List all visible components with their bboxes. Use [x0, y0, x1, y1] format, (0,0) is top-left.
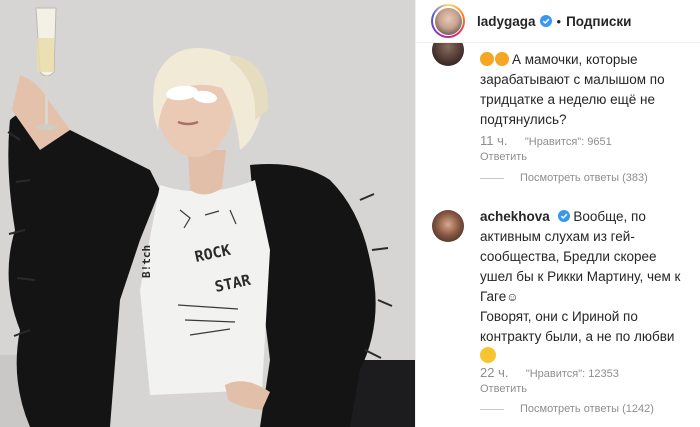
comment-time[interactable]: 22 ч.: [480, 365, 508, 380]
verified-badge-icon: [557, 210, 570, 222]
replies-divider: [480, 408, 504, 410]
replies-divider: [480, 177, 504, 179]
view-replies-label: Посмотреть ответы (383): [520, 172, 648, 184]
comment-body-continued: Говорят, они с Ириной по контракту были,…: [480, 309, 675, 344]
follow-status-button[interactable]: Подписки: [566, 14, 631, 29]
post-photo[interactable]: ROCK STAR B!tch: [0, 0, 415, 427]
view-replies-button[interactable]: Посмотреть ответы (1242): [480, 403, 654, 415]
comment-text: achekhova Вообще, по активным слухам из …: [480, 207, 690, 367]
emoji-icon: [480, 52, 494, 66]
commenter-avatar[interactable]: [432, 210, 464, 242]
comment-likes[interactable]: "Нравится": 9651: [525, 136, 612, 148]
header-username[interactable]: ladygaga: [477, 14, 536, 29]
emoji-icon: [480, 347, 496, 363]
view-replies-label: Посмотреть ответы (1242): [520, 403, 654, 415]
comment-text: А мамочки, которые зарабатывают с малышо…: [480, 50, 690, 130]
header-separator: •: [556, 13, 562, 29]
comment-username[interactable]: achekhova: [480, 209, 550, 224]
shirt-text-b: B!tch: [140, 245, 153, 278]
verified-badge-icon: [539, 15, 552, 27]
profile-avatar[interactable]: [431, 4, 465, 38]
post-header: ladygaga • Подписки: [416, 0, 700, 43]
comment-meta: 22 ч. "Нравится": 12353: [480, 365, 619, 380]
comments-panel: ladygaga • Подписки А мамочки, которые з…: [415, 0, 700, 427]
reply-button[interactable]: Ответить: [480, 383, 527, 395]
comment-body: А мамочки, которые зарабатывают с малышо…: [480, 52, 665, 127]
smile-emoji-icon: ☺: [506, 290, 519, 304]
emoji-icon: [495, 52, 509, 66]
comment-meta: 11 ч. "Нравится": 9651: [480, 133, 612, 148]
reply-button[interactable]: Ответить: [480, 151, 527, 163]
post-image: ROCK STAR B!tch: [0, 0, 415, 427]
comment-time[interactable]: 11 ч.: [480, 133, 508, 148]
comment-likes[interactable]: "Нравится": 12353: [526, 368, 619, 380]
view-replies-button[interactable]: Посмотреть ответы (383): [480, 172, 648, 184]
